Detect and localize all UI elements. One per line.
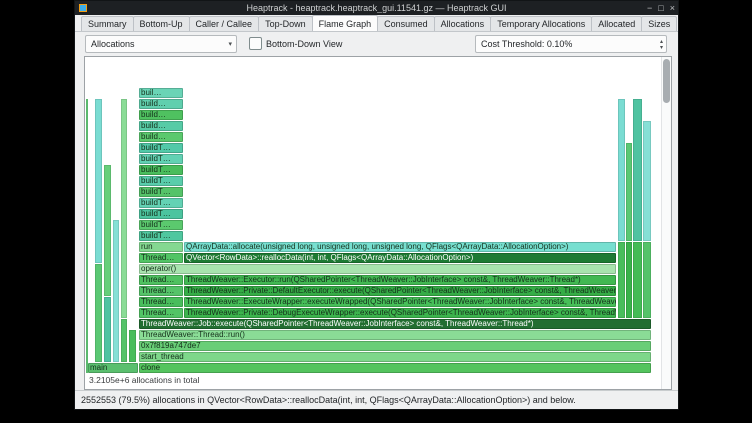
flame-bar[interactable]: buildT… — [139, 187, 183, 197]
title-bar[interactable]: Heaptrack - heaptrack.heaptrack_gui.1154… — [75, 1, 678, 15]
spinbox-arrows[interactable]: ▴▾ — [660, 36, 663, 54]
status-text: 2552553 (79.5%) allocations in QVector<R… — [81, 395, 576, 405]
checkbox-box[interactable] — [249, 37, 262, 50]
flame-column-segment[interactable] — [86, 99, 88, 373]
cost-threshold-text: Cost Threshold: 0.10% — [481, 39, 572, 49]
flame-bar[interactable]: Thread… — [139, 253, 183, 263]
flame-bar[interactable]: buildT… — [139, 154, 183, 164]
status-bar: 2552553 (79.5%) allocations in QVector<R… — [75, 390, 678, 409]
combobox-value: Allocations — [91, 39, 135, 49]
flame-bar[interactable]: buildT… — [139, 165, 183, 175]
flame-bar[interactable]: QVector<RowData>::reallocData(int, int, … — [184, 253, 616, 263]
close-button[interactable]: × — [670, 1, 675, 15]
flame-graph-frame: 3.2105e+6 allocations in total mainclone… — [84, 56, 672, 390]
toolbar: Allocations ▾ Bottom-Down View Cost Thre… — [75, 32, 678, 55]
flame-graph[interactable]: 3.2105e+6 allocations in total mainclone… — [85, 57, 661, 389]
flame-bar[interactable]: ThreadWeaver::ExecuteWrapper::executeWra… — [184, 297, 616, 307]
tab-caller-callee[interactable]: Caller / Callee — [189, 16, 260, 31]
flame-column-segment[interactable] — [633, 99, 642, 241]
flame-bar[interactable]: buildT… — [139, 220, 183, 230]
bottom-down-view-checkbox[interactable]: Bottom-Down View — [249, 37, 342, 50]
flame-column-segment[interactable] — [121, 99, 127, 318]
flame-bar[interactable]: build… — [139, 121, 183, 131]
spin-down-icon[interactable]: ▾ — [660, 45, 663, 51]
window-controls: − □ × — [647, 1, 675, 15]
flame-bar[interactable]: build… — [139, 110, 183, 120]
flame-bar[interactable]: main — [88, 363, 138, 373]
flame-column-segment[interactable] — [121, 319, 127, 362]
flame-bar[interactable]: ThreadWeaver::Private::DefaultExecutor::… — [184, 286, 616, 296]
flame-bar[interactable]: start_thread — [139, 352, 651, 362]
allocations-combobox[interactable]: Allocations ▾ — [85, 35, 237, 53]
chevron-down-icon: ▾ — [228, 40, 232, 48]
tab-allocated[interactable]: Allocated — [591, 16, 642, 31]
flame-bar[interactable]: Thread… — [139, 308, 183, 318]
flame-bar[interactable]: build… — [139, 132, 183, 142]
minimize-button[interactable]: − — [647, 1, 652, 15]
cost-threshold-spinbox[interactable]: Cost Threshold: 0.10% ▴▾ — [475, 35, 667, 53]
flame-bar[interactable]: 0x7f819a747de7 — [139, 341, 651, 351]
flame-column-segment[interactable] — [633, 242, 642, 318]
tab-top-down[interactable]: Top-Down — [258, 16, 313, 31]
flame-bar[interactable]: buildT… — [139, 143, 183, 153]
tab-allocations[interactable]: Allocations — [434, 16, 492, 31]
flame-bar[interactable]: QArrayData::allocate(unsigned long, unsi… — [184, 242, 616, 252]
flame-column-segment[interactable] — [95, 99, 102, 263]
flame-column-segment[interactable] — [129, 330, 136, 362]
tab-consumed[interactable]: Consumed — [377, 16, 435, 31]
total-allocations-label: 3.2105e+6 allocations in total — [89, 375, 199, 385]
screen: Heaptrack - heaptrack.heaptrack_gui.1154… — [0, 0, 752, 423]
flame-bar[interactable]: clone — [139, 363, 651, 373]
vertical-scrollbar[interactable] — [661, 57, 671, 389]
flame-bar[interactable]: buildT… — [139, 231, 183, 241]
flame-column-segment[interactable] — [626, 242, 632, 318]
tab-bar: SummaryBottom-UpCaller / CalleeTop-DownF… — [75, 15, 678, 32]
flame-column-segment[interactable] — [643, 121, 651, 241]
flame-bar[interactable]: operator() — [139, 264, 616, 274]
flame-bar[interactable]: Thread… — [139, 275, 183, 285]
flame-bar[interactable]: build… — [139, 99, 183, 109]
tab-temporary-allocations[interactable]: Temporary Allocations — [490, 16, 592, 31]
flame-bar[interactable]: ThreadWeaver::Executor::run(QSharedPoint… — [184, 275, 616, 285]
flame-bar[interactable]: ThreadWeaver::Job::execute(QSharedPointe… — [139, 319, 651, 329]
flame-bar[interactable]: buil… — [139, 88, 183, 98]
app-icon — [79, 4, 87, 12]
flame-bar[interactable]: buildT… — [139, 176, 183, 186]
flame-bar[interactable]: run — [139, 242, 183, 252]
flame-bar[interactable]: ThreadWeaver::Thread::run() — [139, 330, 651, 340]
flame-column-segment[interactable] — [618, 99, 625, 241]
tab-summary[interactable]: Summary — [81, 16, 134, 31]
tab-sizes[interactable]: Sizes — [641, 16, 677, 31]
flame-bar[interactable]: Thread… — [139, 297, 183, 307]
flame-bar[interactable]: buildT… — [139, 209, 183, 219]
flame-column-segment[interactable] — [95, 264, 102, 362]
flame-bar[interactable]: buildT… — [139, 198, 183, 208]
window-title: Heaptrack - heaptrack.heaptrack_gui.1154… — [75, 3, 678, 13]
flame-column-segment[interactable] — [626, 143, 632, 241]
flame-bar[interactable]: Thread… — [139, 286, 183, 296]
checkbox-label: Bottom-Down View — [266, 39, 342, 49]
flame-column-segment[interactable] — [618, 242, 625, 318]
flame-column-segment[interactable] — [113, 220, 119, 362]
flame-column-segment[interactable] — [643, 242, 651, 318]
flame-column-segment[interactable] — [104, 297, 111, 362]
scrollbar-thumb[interactable] — [663, 59, 670, 103]
heaptrack-window: Heaptrack - heaptrack.heaptrack_gui.1154… — [74, 0, 679, 410]
tab-flame-graph[interactable]: Flame Graph — [312, 15, 379, 31]
flame-column-segment[interactable] — [104, 165, 111, 296]
maximize-button[interactable]: □ — [658, 1, 663, 15]
flame-bar[interactable]: ThreadWeaver::Private::DebugExecuteWrapp… — [184, 308, 616, 318]
tab-bottom-up[interactable]: Bottom-Up — [133, 16, 190, 31]
